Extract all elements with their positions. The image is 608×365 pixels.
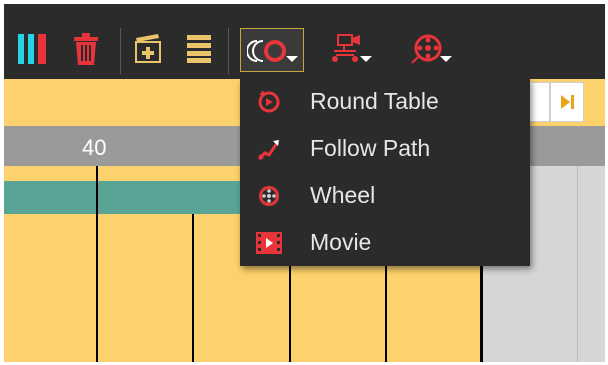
ruler-frame-label: 40 <box>82 135 107 160</box>
menu-item-round-table[interactable]: Round Table <box>240 79 530 126</box>
wheel-tool-icon <box>411 34 442 64</box>
toolbar <box>4 4 605 79</box>
movie-icon <box>254 230 284 256</box>
chevron-down-icon <box>440 56 452 62</box>
effects-dropdown-menu: Round Table Follow Path Wheel Movie <box>240 79 530 266</box>
teal-track-bar[interactable] <box>4 181 241 214</box>
follow-path-tool-icon <box>332 34 360 62</box>
color-bars-icon[interactable] <box>16 30 52 68</box>
menu-item-label: Wheel <box>310 182 376 208</box>
toolbar-separator <box>120 28 121 74</box>
add-keyframe-icon[interactable] <box>132 30 166 68</box>
go-to-end-button[interactable] <box>550 82 584 122</box>
menu-item-label: Round Table <box>310 88 439 114</box>
app-window: 40 Round Table Follow Path Wheel Movie <box>4 4 605 362</box>
menu-item-label: Movie <box>310 229 372 255</box>
menu-item-follow-path[interactable]: Follow Path <box>240 126 530 173</box>
menu-item-label: Follow Path <box>310 135 431 161</box>
frame-gridline <box>577 166 578 362</box>
frame-divider <box>192 214 194 362</box>
chevron-down-icon <box>286 56 298 62</box>
wheel-icon <box>254 183 284 209</box>
menu-item-movie[interactable]: Movie <box>240 220 530 267</box>
layers-icon[interactable] <box>184 30 214 68</box>
follow-path-tool-button[interactable] <box>322 30 372 68</box>
chevron-down-icon <box>360 56 372 62</box>
round-table-icon <box>254 89 284 115</box>
wheel-tool-button[interactable] <box>400 30 454 68</box>
frame-divider <box>96 166 98 362</box>
round-table-tool-button[interactable] <box>240 28 304 72</box>
round-table-tool-icon <box>247 40 286 62</box>
menu-item-wheel[interactable]: Wheel <box>240 173 530 220</box>
toolbar-separator <box>228 28 229 74</box>
follow-path-icon <box>254 136 284 162</box>
trash-icon[interactable] <box>70 30 102 68</box>
skip-to-end-icon <box>561 95 574 109</box>
